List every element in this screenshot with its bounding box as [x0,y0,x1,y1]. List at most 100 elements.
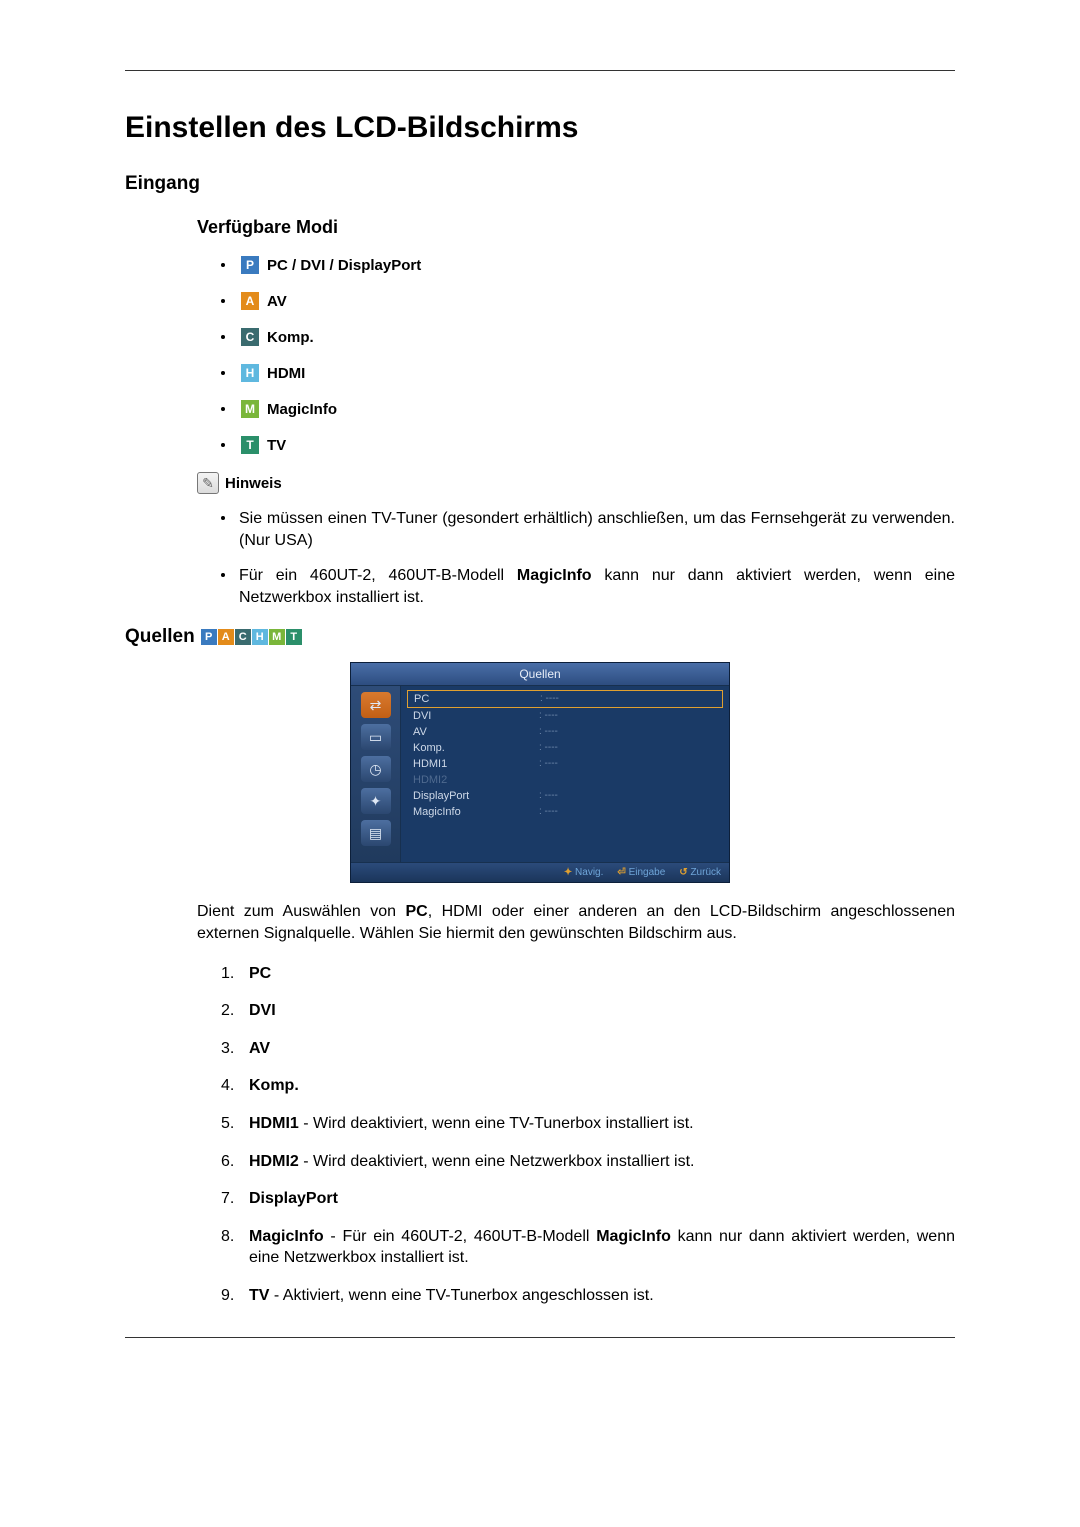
osd-list: PC: ---- DVI: ---- AV: ---- Komp.: ---- … [401,686,729,862]
quellen-heading-row: Quellen P A C H M T [125,626,955,648]
badge-t-icon: T [286,629,302,645]
osd-screenshot: Quellen ⇄ ▭ ◷ ✦ ▤ PC: ---- DVI : ---- AV:… [125,662,955,883]
mode-item-tv: T TV [221,436,955,454]
list-item: HDMI1 - Wird deaktiviert, wenn eine TV-T… [221,1113,955,1135]
osd-sidebar-icon: ⇄ [361,692,391,718]
page-title: Einstellen des LCD-Bildschirms [125,111,955,145]
osd-sidebar-icon: ◷ [361,756,391,782]
mode-label: TV [267,437,286,454]
desc-text: Dient zum Auswählen von [197,903,406,920]
mode-label: MagicInfo [267,401,337,418]
osd-row-val: : ---- [539,758,558,770]
badge-p-icon: P [201,629,217,645]
osd-body: ⇄ ▭ ◷ ✦ ▤ PC: ---- DVI : ---- AV: ---- Ko… [351,686,729,862]
note-icon: ✎ [197,472,219,494]
osd-sidebar-icon: ✦ [361,788,391,814]
badge-p-icon: P [241,256,259,274]
osd-row-name: Komp. [413,742,523,754]
bullet-icon [221,299,225,303]
osd-row-name: HDMI2 [413,774,523,786]
hinweis-heading: ✎ Hinweis [197,472,955,494]
list-item: PC [221,963,955,985]
section-quellen: Quellen [125,626,195,648]
badge-h-icon: H [252,629,268,645]
mode-item-magicinfo: M MagicInfo [221,400,955,418]
list-text: - Wird deaktiviert, wenn eine TV-Tunerbo… [299,1115,694,1132]
osd-footer-enter: ⏎ Eingabe [617,867,665,878]
osd-footer-label: Zurück [690,867,721,878]
osd-menu: Quellen ⇄ ▭ ◷ ✦ ▤ PC: ---- DVI : ---- AV:… [350,662,730,883]
notes-list: Sie müssen einen TV-Tuner (gesondert erh… [221,508,955,608]
osd-row: PC: ---- [407,690,723,708]
osd-title: Quellen [351,663,729,686]
osd-row-val: : ---- [539,790,558,802]
list-item: TV - Aktiviert, wenn eine TV-Tunerbox an… [221,1285,955,1307]
list-item: MagicInfo - Für ein 460UT-2, 460UT-B-Mod… [221,1226,955,1269]
list-item: DisplayPort [221,1188,955,1210]
note-text: Für ein 460UT-2, 460UT-B-Modell [239,567,517,584]
bullet-icon [221,407,225,411]
osd-row: AV: ---- [407,724,723,740]
osd-footer: ✦ Navig. ⏎ Eingabe ↺ Zurück [351,862,729,882]
osd-footer-navig: ✦ Navig. [564,867,604,878]
osd-sidebar-icon: ▤ [361,820,391,846]
badge-c-icon: C [235,629,251,645]
list-bold: DisplayPort [249,1190,338,1207]
osd-row-val: : ---- [539,726,558,738]
osd-row-name: DisplayPort [413,790,523,802]
osd-footer-back: ↺ Zurück [679,867,721,878]
source-ordered-list: PC DVI AV Komp. HDMI1 - Wird deaktiviert… [221,963,955,1307]
list-bold: TV [249,1287,269,1304]
list-bold: PC [249,965,271,982]
quellen-badge-row: P A C H M T [201,629,302,645]
bullet-icon [221,371,225,375]
mode-label: AV [267,293,287,310]
osd-sidebar-icon: ▭ [361,724,391,750]
badge-c-icon: C [241,328,259,346]
osd-row: DisplayPort : ---- [407,788,723,804]
osd-row-name: MagicInfo [413,806,523,818]
document-page: Einstellen des LCD-Bildschirms Eingang V… [0,0,1080,1398]
osd-row: HDMI2 [407,772,723,788]
list-text: - Für ein 460UT-2, 460UT-B-Modell [324,1228,597,1245]
list-bold: Komp. [249,1077,299,1094]
osd-row-name: DVI [413,710,523,722]
list-bold: MagicInfo [249,1228,324,1245]
mode-item-hdmi: H HDMI [221,364,955,382]
badge-m-icon: M [269,629,285,645]
osd-row: DVI : ---- [407,708,723,724]
badge-a-icon: A [241,292,259,310]
mode-label: PC / DVI / DisplayPort [267,257,421,274]
mode-item-pc: P PC / DVI / DisplayPort [221,256,955,274]
list-bold: DVI [249,1002,276,1019]
osd-sidebar: ⇄ ▭ ◷ ✦ ▤ [351,686,401,862]
osd-row-val: : ---- [539,742,558,754]
osd-row-val: : ---- [539,806,558,818]
osd-row: Komp. : ---- [407,740,723,756]
note-bold: MagicInfo [517,567,592,584]
mode-item-av: A AV [221,292,955,310]
mode-label: Komp. [267,329,314,346]
osd-row: MagicInfo : ---- [407,804,723,820]
available-modes-list: P PC / DVI / DisplayPort A AV C Komp. H … [221,256,955,454]
osd-row-val: : ---- [539,710,558,722]
osd-footer-label: Navig. [575,867,603,878]
osd-row-val: : ---- [540,693,559,705]
osd-row: HDMI1: ---- [407,756,723,772]
desc-bold: PC [406,903,428,920]
list-bold: AV [249,1040,270,1057]
mode-item-komp: C Komp. [221,328,955,346]
osd-footer-label: Eingabe [629,867,666,878]
bullet-icon [221,335,225,339]
list-item: DVI [221,1000,955,1022]
badge-t-icon: T [241,436,259,454]
rule-bottom [125,1337,955,1338]
quellen-description: Dient zum Auswählen von PC, HDMI oder ei… [197,901,955,944]
badge-a-icon: A [218,629,234,645]
badge-h-icon: H [241,364,259,382]
subsection-modi: Verfügbare Modi [197,217,955,238]
note-item: Sie müssen einen TV-Tuner (gesondert erh… [221,508,955,551]
bullet-icon [221,263,225,267]
bullet-icon [221,443,225,447]
list-text: - Aktiviert, wenn eine TV-Tunerbox anges… [269,1287,653,1304]
